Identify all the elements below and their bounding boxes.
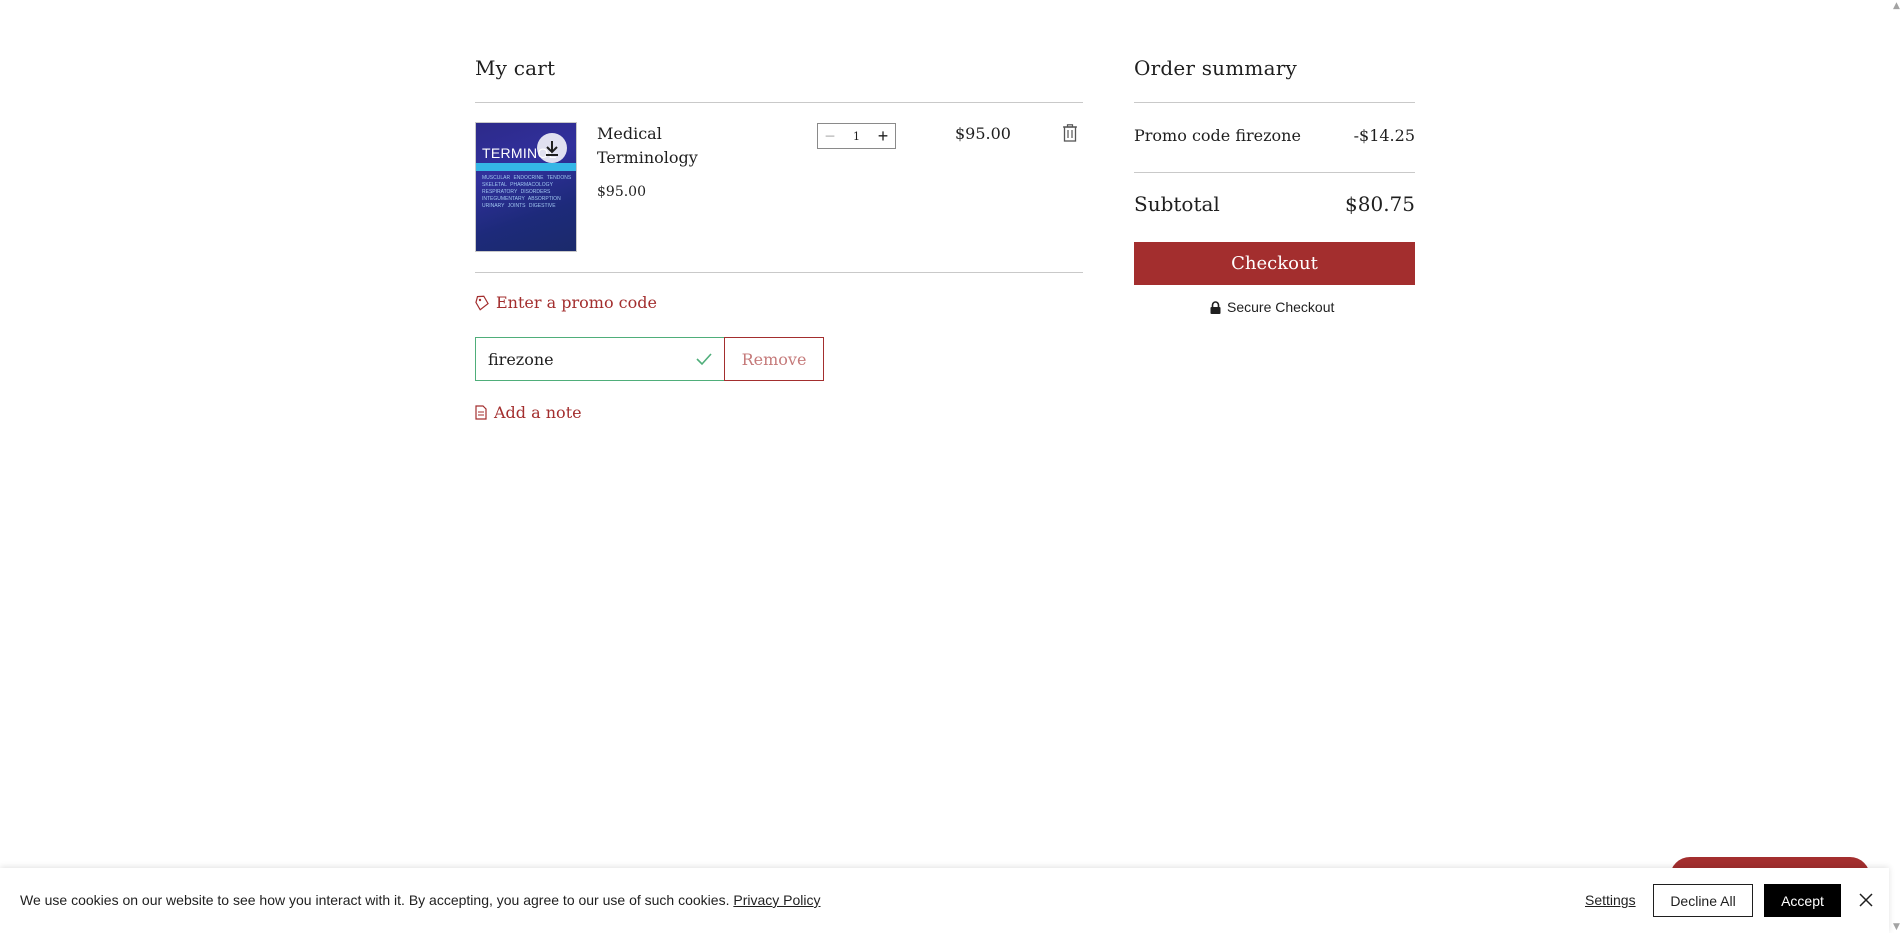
secure-checkout-label: Secure Checkout	[1227, 299, 1335, 315]
thumbnail-band	[476, 163, 576, 171]
note-icon	[475, 405, 487, 420]
vertical-scrollbar[interactable]: ▲ ▼	[1889, 0, 1904, 933]
line-total: $95.00	[955, 124, 1011, 143]
promo-code-link[interactable]: Enter a promo code	[475, 293, 657, 312]
quantity-decrease-button[interactable]: −	[818, 124, 842, 148]
quantity-stepper[interactable]: − 1 +	[817, 123, 896, 149]
quantity-value[interactable]: 1	[853, 130, 860, 143]
cookie-banner: We use cookies on our website to see how…	[0, 868, 1889, 933]
product-thumbnail[interactable]: TERMINOL MUSCULAR ENDOCRINE TENDONS SKEL…	[475, 122, 577, 252]
check-icon	[696, 353, 712, 366]
cart-top-divider	[475, 102, 1083, 103]
scroll-down-arrow-icon[interactable]: ▼	[1889, 921, 1904, 933]
cookie-message-text: We use cookies on our website to see how…	[20, 892, 730, 908]
add-note-link-label: Add a note	[494, 403, 582, 422]
remove-promo-button[interactable]: Remove	[724, 337, 824, 381]
tag-icon	[475, 295, 489, 311]
promo-discount-amount: -$14.25	[1353, 126, 1415, 145]
cart-title: My cart	[475, 56, 556, 80]
cookie-message: We use cookies on our website to see how…	[20, 892, 821, 908]
summary-top-divider	[1134, 102, 1415, 103]
privacy-policy-link[interactable]: Privacy Policy	[733, 892, 820, 908]
trash-icon[interactable]	[1062, 124, 1078, 142]
promo-code-input[interactable]: firezone	[475, 337, 725, 381]
download-icon[interactable]	[537, 133, 567, 163]
lock-icon	[1210, 300, 1221, 314]
secure-checkout: Secure Checkout	[1210, 299, 1334, 315]
accept-button[interactable]: Accept	[1764, 884, 1841, 917]
subtotal-value: $80.75	[1345, 192, 1415, 216]
cart-bottom-divider	[475, 272, 1083, 273]
scroll-up-arrow-icon[interactable]: ▲	[1889, 0, 1904, 12]
product-name-line1: Medical	[597, 124, 662, 143]
close-icon[interactable]	[1858, 892, 1874, 908]
promo-code-link-label: Enter a promo code	[496, 293, 657, 312]
subtotal-label: Subtotal	[1134, 192, 1220, 216]
promo-code-value: firezone	[488, 349, 554, 369]
quantity-increase-button[interactable]: +	[871, 124, 895, 148]
order-summary-title: Order summary	[1134, 56, 1297, 80]
product-unit-price: $95.00	[597, 184, 646, 200]
cookie-settings-link[interactable]: Settings	[1585, 892, 1636, 908]
decline-all-button[interactable]: Decline All	[1653, 884, 1753, 917]
product-name[interactable]: Medical Terminology	[597, 122, 698, 170]
checkout-button[interactable]: Checkout	[1134, 242, 1415, 285]
add-note-link[interactable]: Add a note	[475, 403, 582, 422]
summary-middle-divider	[1134, 172, 1415, 173]
promo-code-summary-label: Promo code firezone	[1134, 126, 1301, 145]
product-name-line2: Terminology	[597, 148, 698, 167]
thumbnail-cover-words: MUSCULAR ENDOCRINE TENDONS SKELETAL PHAR…	[482, 175, 572, 209]
